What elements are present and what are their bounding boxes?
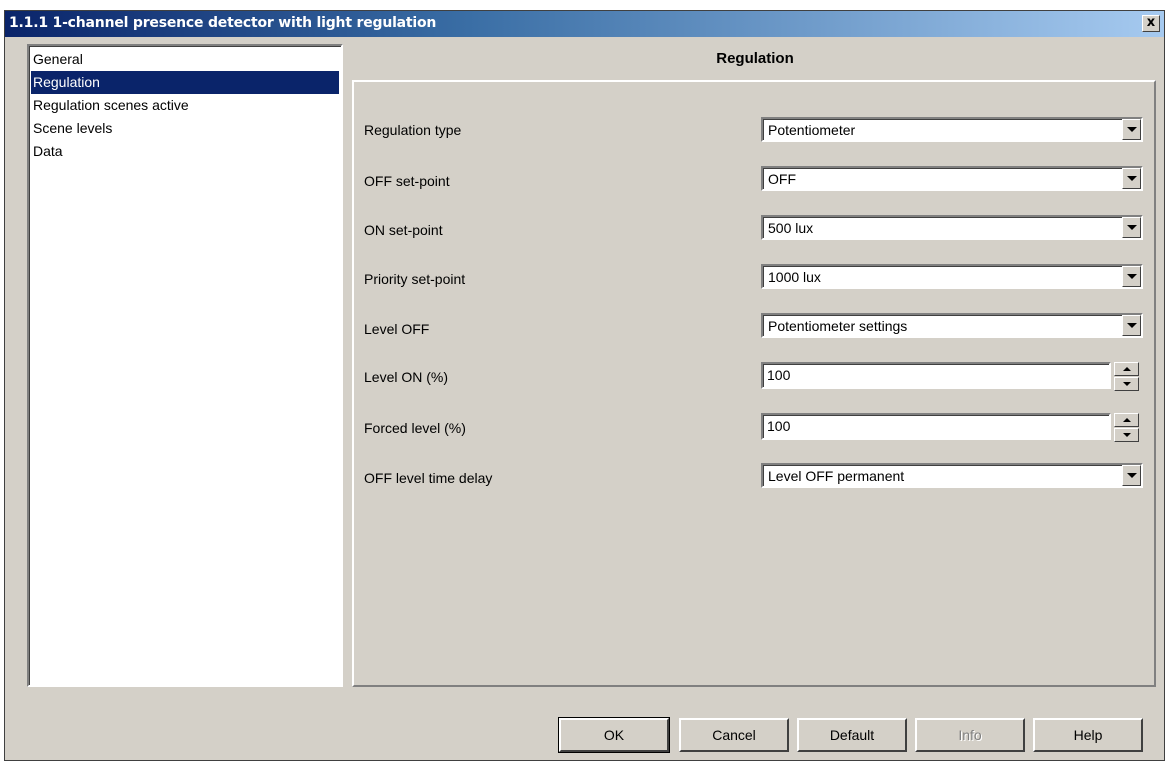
on-set-point-value: 500 lux	[768, 220, 814, 236]
chevron-down-icon[interactable]	[1122, 315, 1141, 336]
ok-button[interactable]: OK	[558, 717, 670, 753]
spin-down-icon[interactable]	[1114, 428, 1139, 442]
chevron-down-icon[interactable]	[1122, 465, 1141, 486]
off-level-time-delay-value: Level OFF permanent	[768, 468, 905, 484]
param-label-off-level-time-delay: OFF level time delay	[364, 470, 493, 486]
param-label-on-set-point: ON set-point	[364, 222, 443, 238]
chevron-down-icon[interactable]	[1122, 119, 1141, 140]
level-on-spinner	[1114, 362, 1139, 391]
sidebar-item-regulation[interactable]: Regulation	[31, 71, 339, 94]
param-label-forced-level: Forced level (%)	[364, 420, 466, 436]
level-on-input[interactable]: 100	[761, 362, 1111, 389]
forced-level-spinner	[1114, 413, 1139, 442]
default-button[interactable]: Default	[797, 718, 907, 752]
regulation-type-value: Potentiometer	[768, 122, 856, 138]
chevron-down-icon[interactable]	[1122, 168, 1141, 189]
on-set-point-select[interactable]: 500 lux	[761, 215, 1143, 240]
forced-level-value: 100	[767, 418, 791, 434]
cancel-button[interactable]: Cancel	[679, 718, 789, 752]
help-button[interactable]: Help	[1033, 718, 1143, 752]
info-button[interactable]: Info	[915, 718, 1025, 752]
sidebar-item-scene-levels[interactable]: Scene levels	[31, 117, 339, 140]
sidebar-item-data[interactable]: Data	[31, 140, 339, 163]
section-list: General Regulation Regulation scenes act…	[27, 44, 343, 687]
sidebar-item-general[interactable]: General	[31, 48, 339, 71]
spin-down-icon[interactable]	[1114, 377, 1139, 391]
priority-set-point-select[interactable]: 1000 lux	[761, 264, 1143, 289]
priority-set-point-value: 1000 lux	[768, 269, 821, 285]
level-on-value: 100	[767, 367, 791, 383]
off-set-point-value: OFF	[768, 171, 796, 187]
sidebar-item-regulation-scenes-active[interactable]: Regulation scenes active	[31, 94, 339, 117]
param-label-level-on: Level ON (%)	[364, 369, 449, 385]
window-title: 1.1.1 1-channel presence detector with l…	[9, 15, 437, 31]
forced-level-input[interactable]: 100	[761, 413, 1111, 440]
spin-up-icon[interactable]	[1114, 413, 1139, 427]
off-level-time-delay-select[interactable]: Level OFF permanent	[761, 463, 1143, 488]
level-off-select[interactable]: Potentiometer settings	[761, 313, 1143, 338]
chevron-down-icon[interactable]	[1122, 266, 1141, 287]
title-bar[interactable]: 1.1.1 1-channel presence detector with l…	[5, 11, 1164, 37]
param-label-priority-set-point: Priority set-point	[364, 271, 466, 287]
close-icon[interactable]: x	[1142, 15, 1160, 32]
page-title: Regulation	[716, 50, 794, 67]
chevron-down-icon[interactable]	[1122, 217, 1141, 238]
regulation-type-select[interactable]: Potentiometer	[761, 117, 1143, 142]
param-label-level-off: Level OFF	[364, 321, 430, 337]
param-label-regulation-type: Regulation type	[364, 122, 462, 138]
param-label-off-set-point: OFF set-point	[364, 173, 450, 189]
off-set-point-select[interactable]: OFF	[761, 166, 1143, 191]
spin-up-icon[interactable]	[1114, 362, 1139, 376]
level-off-value: Potentiometer settings	[768, 318, 908, 334]
